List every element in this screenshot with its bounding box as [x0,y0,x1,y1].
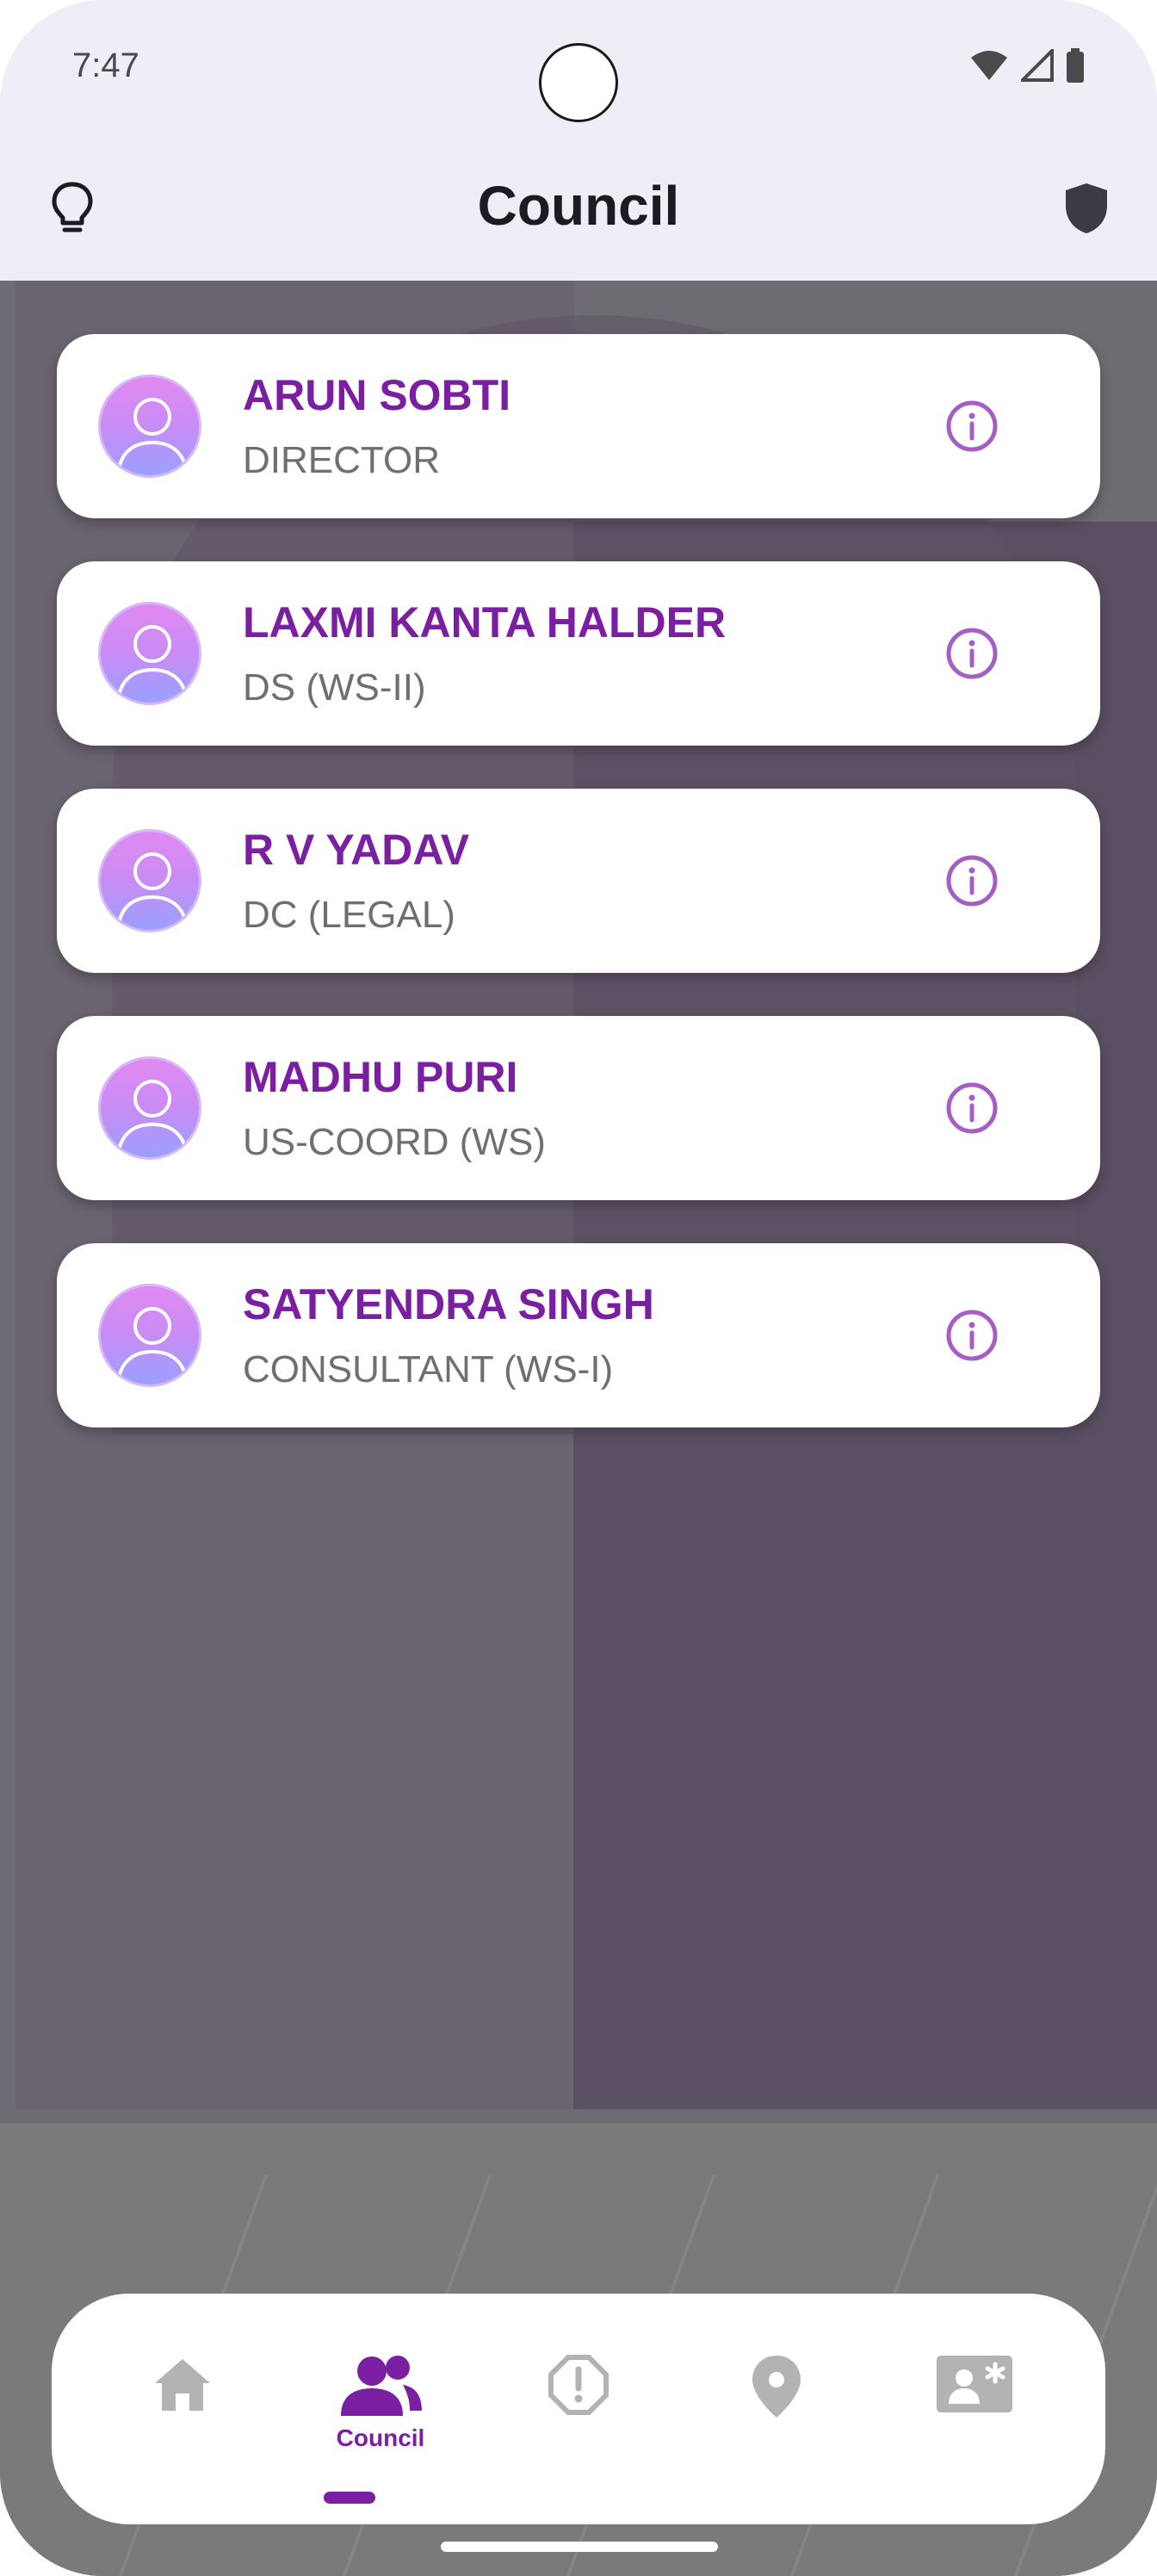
member-card[interactable]: ARUN SOBTI DIRECTOR [57,334,1100,518]
member-name: ARUN SOBTI [243,371,511,419]
member-card[interactable]: SATYENDRA SINGH CONSULTANT (WS-I) [57,1243,1100,1427]
location-pin-icon [752,2356,801,2418]
bottom-navigation: Council [52,2294,1105,2524]
status-time: 7:47 [72,46,139,84]
app-header: Council [0,138,1157,281]
signal-icon [1018,46,1054,86]
page-title: Council [477,175,680,237]
info-icon [946,1082,998,1134]
avatar [98,829,201,932]
member-role: DC (LEGAL) [243,894,455,936]
person-icon [116,398,189,475]
member-name: MADHU PURI [243,1053,518,1101]
home-icon [155,2359,210,2411]
member-name: LAXMI KANTA HALDER [243,598,727,647]
avatar [98,1284,201,1387]
nav-label-council: Council [336,2424,425,2451]
info-button[interactable] [944,625,1000,682]
nav-item-location[interactable] [708,2354,845,2457]
phone-screen: 7:47 Council ARUN SOBTI DIRECTOR LAXMI K… [0,0,1157,2576]
avatar [98,602,201,705]
alert-octagon-icon [548,2355,609,2415]
shield-icon [1064,182,1109,239]
member-role: US-COORD (WS) [243,1121,546,1163]
member-name: R V YADAV [243,826,470,874]
info-button[interactable] [944,852,1000,909]
nav-item-alerts[interactable] [510,2354,647,2457]
wifi-icon [969,49,1009,86]
member-card[interactable]: MADHU PURI US-COORD (WS) [57,1016,1100,1200]
nav-item-council[interactable]: Council [312,2354,449,2457]
person-icon [116,1080,189,1157]
battery-icon [1066,48,1085,87]
status-icons [969,46,1085,87]
member-card[interactable]: R V YADAV DC (LEGAL) [57,789,1100,973]
info-button[interactable] [944,398,1000,455]
shield-button[interactable] [1055,179,1117,241]
nav-item-home[interactable] [114,2354,251,2457]
council-member-list: ARUN SOBTI DIRECTOR LAXMI KANTA HALDER D… [57,334,1100,1471]
person-icon [116,625,189,703]
member-role: DS (WS-II) [243,666,426,709]
member-card[interactable]: LAXMI KANTA HALDER DS (WS-II) [57,561,1100,746]
person-icon [116,852,189,930]
info-button[interactable] [944,1307,1000,1364]
active-tab-indicator [324,2492,375,2504]
info-button[interactable] [944,1080,1000,1136]
info-icon [946,1310,998,1361]
status-bar: 7:47 [0,0,1157,138]
avatar [98,375,201,478]
info-icon [946,400,998,452]
camera-cutout [539,43,618,122]
info-icon [946,628,998,679]
member-role: CONSULTANT (WS-I) [243,1348,614,1390]
info-icon [946,855,998,907]
person-icon [116,1307,189,1384]
contact-card-icon [937,2356,1012,2412]
avatar [98,1056,201,1160]
member-name: SATYENDRA SINGH [243,1280,654,1328]
people-icon [341,2356,422,2416]
gesture-home-bar[interactable] [441,2542,718,2552]
nav-item-contact[interactable] [906,2354,1043,2457]
member-role: DIRECTOR [243,439,440,481]
